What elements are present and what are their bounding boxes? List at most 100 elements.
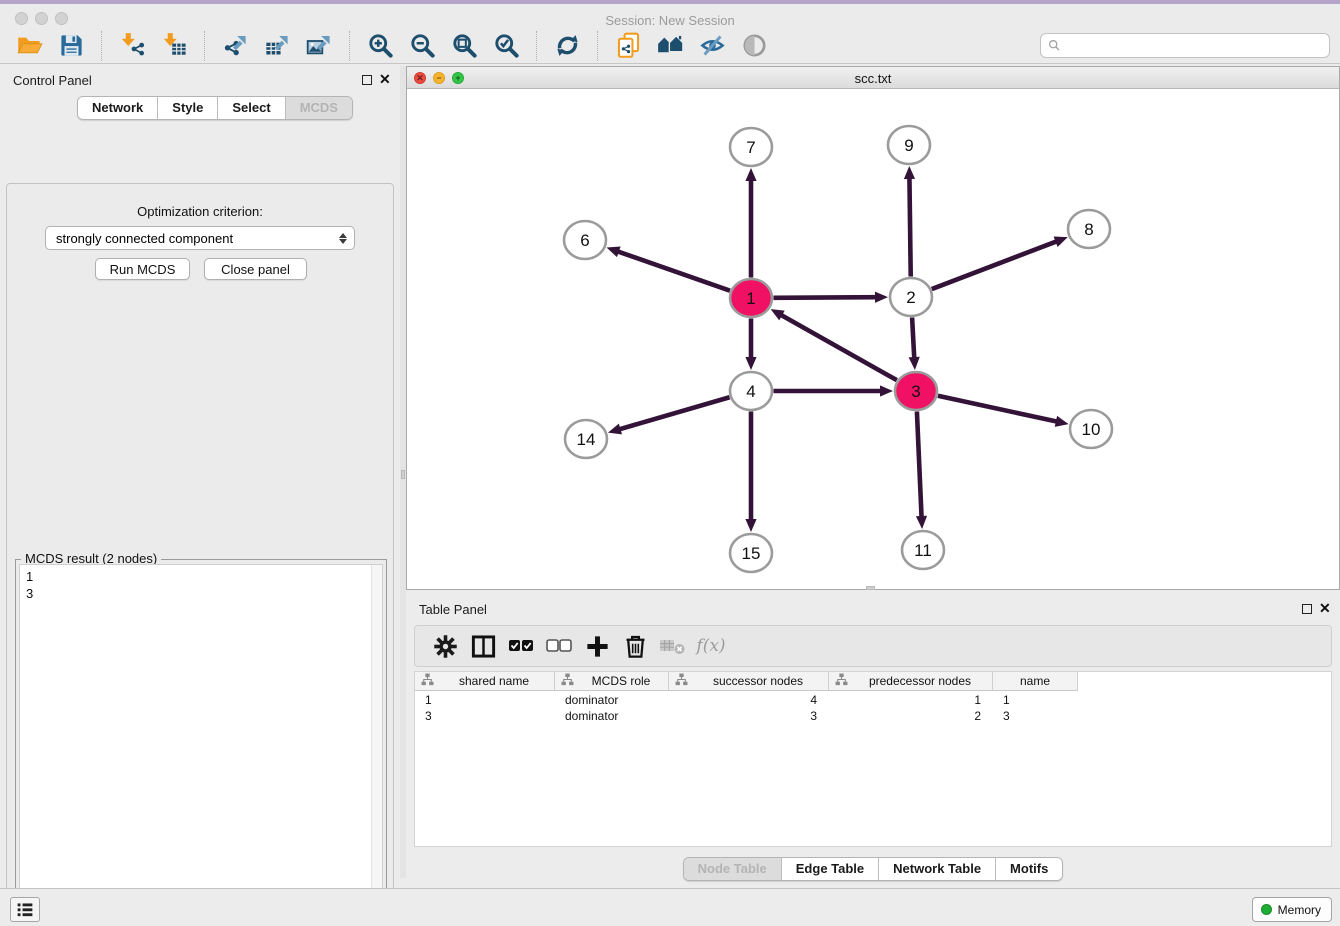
- tab-node-table[interactable]: Node Table: [684, 858, 782, 880]
- column-header-shared-name[interactable]: shared name: [415, 672, 555, 691]
- tab-select[interactable]: Select: [218, 97, 285, 119]
- network-canvas[interactable]: 7 9 6 8 1 2 4 3 14 10 15 11: [407, 89, 1339, 589]
- zoom-in-icon[interactable]: [362, 30, 398, 62]
- search-input[interactable]: [1065, 36, 1329, 56]
- table-tabs: Node TableEdge TableNetwork TableMotifs: [683, 857, 1064, 881]
- select-all-icon[interactable]: [503, 629, 539, 663]
- column-header-successor-nodes[interactable]: successor nodes: [669, 672, 829, 691]
- hierarchy-icon: [675, 673, 688, 689]
- table-cell[interactable]: dominator: [555, 692, 669, 708]
- first-neighbors-icon[interactable]: [652, 30, 688, 62]
- tab-network[interactable]: Network: [78, 97, 158, 119]
- table-cell[interactable]: 3: [993, 708, 1078, 724]
- export-network-icon[interactable]: [217, 30, 253, 62]
- edge-3-1[interactable]: [771, 309, 897, 380]
- column-header-label: name: [993, 674, 1077, 688]
- apply-layout-icon[interactable]: [549, 30, 585, 62]
- open-folder-icon[interactable]: [11, 30, 47, 62]
- column-header-predecessor-nodes[interactable]: predecessor nodes: [829, 672, 993, 691]
- mcds-result-list[interactable]: 13: [19, 564, 383, 926]
- zoom-out-icon[interactable]: [404, 30, 440, 62]
- node-14[interactable]: 14: [565, 420, 607, 458]
- node-2[interactable]: 2: [890, 278, 932, 316]
- tab-edge-table[interactable]: Edge Table: [782, 858, 879, 880]
- add-column-icon[interactable]: [579, 629, 615, 663]
- column-header-name[interactable]: name: [993, 672, 1078, 691]
- node-4[interactable]: 4: [730, 372, 772, 410]
- window-title: Session: New Session: [0, 13, 1340, 28]
- close-panel-button[interactable]: Close panel: [204, 258, 307, 280]
- node-1[interactable]: 1: [730, 279, 772, 317]
- node-6[interactable]: 6: [564, 221, 606, 259]
- optimization-criterion-select[interactable]: strongly connected component: [45, 226, 355, 250]
- table-cell[interactable]: dominator: [555, 708, 669, 724]
- column-header-MCDS-role[interactable]: MCDS role: [555, 672, 669, 691]
- edge-4-3[interactable]: [774, 385, 894, 396]
- result-scrollbar[interactable]: [371, 565, 382, 926]
- edge-1-2[interactable]: [773, 292, 888, 303]
- table-panel-close-icon[interactable]: ✕: [1319, 600, 1331, 616]
- table-cell[interactable]: 1: [829, 692, 993, 708]
- save-session-icon[interactable]: [53, 30, 89, 62]
- node-15[interactable]: 15: [730, 534, 772, 572]
- table-cell[interactable]: 1: [993, 692, 1078, 708]
- hide-details-icon[interactable]: [694, 30, 730, 62]
- edge-3-11[interactable]: [916, 411, 927, 529]
- new-network-from-selection-icon[interactable]: [610, 30, 646, 62]
- edge-4-15[interactable]: [745, 412, 756, 533]
- node-3[interactable]: 3: [895, 372, 937, 410]
- node-11[interactable]: 11: [902, 531, 944, 569]
- export-image-icon[interactable]: [301, 30, 337, 62]
- control-panel-close-icon[interactable]: ✕: [379, 71, 391, 87]
- network-window-titlebar[interactable]: ✕ − + scc.txt: [407, 67, 1339, 89]
- import-network-icon[interactable]: [114, 30, 150, 62]
- memory-button[interactable]: Memory: [1252, 897, 1332, 922]
- edge-2-9[interactable]: [904, 166, 915, 277]
- import-table-icon[interactable]: [156, 30, 192, 62]
- table-cell[interactable]: 1: [415, 692, 555, 708]
- control-panel-float-icon[interactable]: [362, 75, 372, 85]
- table-row[interactable]: 3dominator323: [415, 708, 1078, 724]
- hierarchy-icon: [421, 673, 434, 689]
- tab-motifs[interactable]: Motifs: [996, 858, 1062, 880]
- edge-1-6[interactable]: [607, 247, 730, 291]
- node-7[interactable]: 7: [730, 128, 772, 166]
- network-title: scc.txt: [407, 71, 1339, 86]
- tab-network-table[interactable]: Network Table: [879, 858, 996, 880]
- search-box[interactable]: [1040, 33, 1330, 58]
- horizontal-splitter-grip[interactable]: [866, 586, 875, 590]
- table-cell[interactable]: 3: [669, 708, 829, 724]
- column-header-label: shared name: [434, 674, 554, 688]
- edge-3-10[interactable]: [938, 396, 1069, 427]
- table-panel-float-icon[interactable]: [1302, 604, 1312, 614]
- task-history-button[interactable]: [10, 897, 40, 922]
- edge-2-3[interactable]: [909, 317, 920, 370]
- control-panel: Control Panel ✕ NetworkStyleSelectMCDS O…: [0, 66, 400, 878]
- column-header-label: predecessor nodes: [848, 674, 992, 688]
- edge-1-4[interactable]: [745, 319, 756, 371]
- select-arrows-icon: [336, 233, 354, 244]
- export-table-icon[interactable]: [259, 30, 295, 62]
- zoom-fit-icon[interactable]: [446, 30, 482, 62]
- node-label: 14: [577, 430, 596, 449]
- gear-icon[interactable]: [427, 629, 463, 663]
- node-10[interactable]: 10: [1070, 410, 1112, 448]
- tab-mcds[interactable]: MCDS: [286, 97, 352, 119]
- table-cell[interactable]: 3: [415, 708, 555, 724]
- node-label: 6: [580, 231, 589, 250]
- table-cell[interactable]: 4: [669, 692, 829, 708]
- tab-style[interactable]: Style: [158, 97, 218, 119]
- edge-2-8[interactable]: [932, 237, 1068, 290]
- edge-1-7[interactable]: [745, 168, 756, 278]
- node-8[interactable]: 8: [1068, 210, 1110, 248]
- edge-4-14[interactable]: [608, 397, 730, 434]
- delete-column-icon[interactable]: [617, 629, 653, 663]
- window-titlebar: Session: New Session: [0, 4, 1340, 28]
- run-mcds-button[interactable]: Run MCDS: [95, 258, 190, 280]
- zoom-selected-icon[interactable]: [488, 30, 524, 62]
- table-cell[interactable]: 2: [829, 708, 993, 724]
- node-9[interactable]: 9: [888, 126, 930, 164]
- deselect-all-icon[interactable]: [541, 629, 577, 663]
- show-columns-icon[interactable]: [465, 629, 501, 663]
- table-row[interactable]: 1dominator411: [415, 692, 1078, 708]
